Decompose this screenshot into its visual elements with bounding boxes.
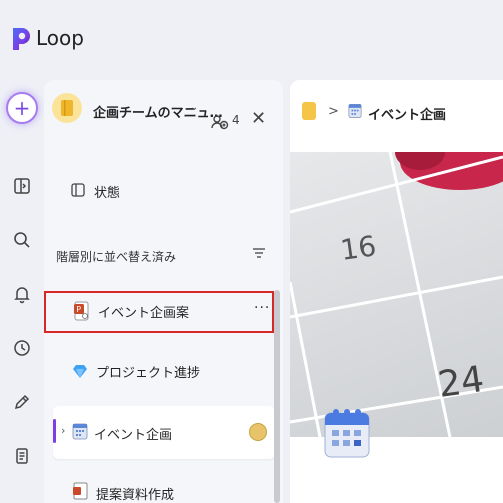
workspace-panel: 企画チームのマニュ… ⌄ 4 ✕ 状態 階層別に並べ替え済み P イベント企画案… <box>44 80 283 503</box>
list-item[interactable]: P イベント企画案 <box>44 292 283 330</box>
search-icon[interactable] <box>12 230 32 250</box>
loop-logo-icon <box>13 28 30 50</box>
more-options-button[interactable]: ··· <box>254 300 270 316</box>
scrollbar[interactable] <box>274 210 280 503</box>
status-icon <box>71 183 85 197</box>
avatar <box>249 423 267 441</box>
sort-filter-icon[interactable] <box>251 245 267 261</box>
selection-indicator <box>53 419 56 443</box>
calendar-number: 16 <box>338 229 378 267</box>
chevron-right-icon[interactable]: › <box>61 424 65 437</box>
list-item[interactable]: 提案資料作成 <box>44 472 283 503</box>
document-icon <box>73 482 88 500</box>
svg-text:P: P <box>76 305 81 314</box>
section-title: 階層別に並べ替え済み <box>56 250 177 264</box>
chevron-down-icon[interactable]: ⌄ <box>430 106 438 117</box>
list-item-label: 提案資料作成 <box>96 488 175 503</box>
diamond-icon <box>73 365 87 378</box>
clock-icon[interactable] <box>12 338 32 358</box>
list-item-label: イベント企画案 <box>98 306 190 321</box>
member-count: 4 <box>232 113 240 127</box>
main-content: > イベント企画 ⌄ 16 24 <box>290 80 503 503</box>
panel-toggle-icon[interactable] <box>12 176 32 196</box>
workspace-notebook-icon[interactable] <box>302 102 316 120</box>
workspace-icon[interactable] <box>52 93 82 123</box>
notes-icon[interactable] <box>12 446 32 466</box>
calendar-number: 24 <box>436 359 487 406</box>
cover-image: 16 24 <box>290 134 503 438</box>
workspace-name[interactable]: 企画チームのマニュ… <box>93 102 223 121</box>
status-row[interactable]: 状態 <box>44 172 283 210</box>
notebook-icon <box>61 100 73 116</box>
scroll-thumb[interactable] <box>274 290 280 503</box>
top-bar: Loop <box>0 0 503 80</box>
create-button[interactable]: + <box>6 92 38 124</box>
status-label: 状態 <box>94 186 121 201</box>
close-icon[interactable]: ✕ <box>251 108 266 129</box>
calendar-photo: 16 24 <box>290 134 503 438</box>
app-title: Loop <box>36 26 84 50</box>
plus-icon: + <box>13 96 31 120</box>
powerpoint-icon: P <box>74 301 89 321</box>
members-icon[interactable] <box>210 113 230 133</box>
calendar-icon <box>72 423 88 440</box>
list-item[interactable]: プロジェクト進捗 <box>44 352 283 390</box>
list-item-label: プロジェクト進捗 <box>96 366 201 381</box>
list-item-label: イベント企画 <box>94 428 173 443</box>
pen-icon[interactable] <box>12 392 32 412</box>
calendar-icon <box>348 104 362 118</box>
left-rail: + <box>0 80 44 503</box>
chevron-down-icon[interactable]: ⌄ <box>190 102 198 113</box>
bell-icon[interactable] <box>12 284 32 304</box>
breadcrumb: > イベント企画 ⌄ <box>290 80 503 152</box>
page-calendar-icon[interactable] <box>322 405 372 461</box>
breadcrumb-separator: > <box>328 104 339 119</box>
